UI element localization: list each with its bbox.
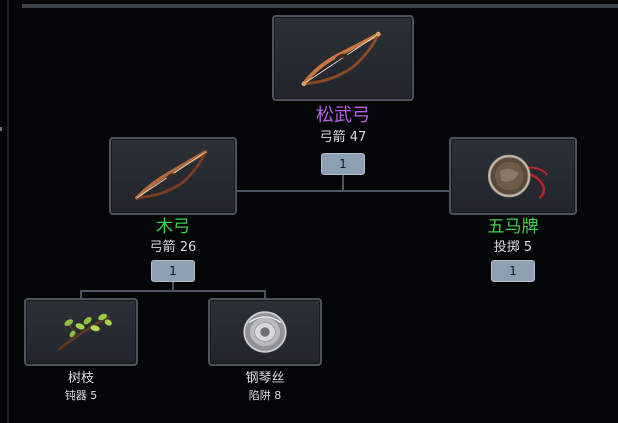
left-item-stat: 弓箭 26 (149, 240, 197, 255)
recurve-bow-icon (301, 31, 381, 87)
item-slot-left[interactable] (109, 137, 237, 215)
right-item-name: 五马牌 (487, 217, 539, 237)
wire-spool-icon (243, 311, 287, 353)
connector-sub-horizontal (80, 290, 266, 292)
panel-left-border (7, 0, 9, 423)
left-item-name: 木弓 (156, 217, 190, 237)
item-slot-branch[interactable] (24, 298, 138, 366)
item-slot-right[interactable] (449, 137, 577, 215)
branch-item-name: 树枝 (67, 371, 94, 386)
panel-edge-marker (0, 127, 2, 131)
right-item-count-badge[interactable]: 1 (491, 260, 535, 282)
top-item-stat: 弓箭 47 (319, 130, 367, 145)
item-slot-wire[interactable] (208, 298, 322, 366)
leafy-branch-icon (57, 313, 112, 351)
wire-item-stat: 陷阱 8 (248, 389, 282, 402)
connector-main-horizontal (236, 190, 450, 192)
item-slot-top[interactable] (272, 15, 414, 101)
top-item-count-badge[interactable]: 1 (321, 153, 365, 175)
branch-item-stat: 钝器 5 (64, 389, 98, 402)
wire-item-name: 钢琴丝 (245, 371, 285, 386)
right-item-stat: 投掷 5 (493, 240, 533, 255)
top-item-name: 松武弓 (316, 105, 370, 126)
panel-top-border (22, 4, 618, 8)
wooden-bow-icon (135, 150, 208, 200)
left-item-count-badge[interactable]: 1 (151, 260, 195, 282)
medallion-icon (487, 154, 548, 199)
